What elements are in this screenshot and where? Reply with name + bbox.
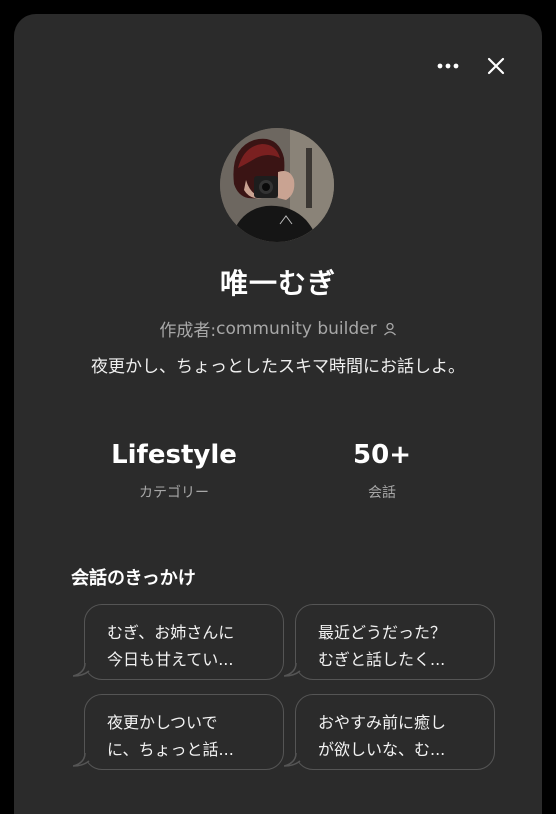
starter-line: 今日も甘えてい... bbox=[107, 650, 234, 669]
avatar bbox=[220, 128, 334, 242]
close-button[interactable] bbox=[480, 54, 512, 78]
starter-line: むぎ、お姉さんに bbox=[107, 623, 235, 642]
stat-label: 会話 bbox=[368, 485, 396, 501]
speech-tail-icon bbox=[284, 753, 301, 767]
starter-line: 最近どうだった？ bbox=[318, 623, 447, 642]
character-name: 唯一むぎ bbox=[219, 267, 336, 300]
conversation-starters-title: 会話のきっかけ bbox=[71, 568, 196, 589]
starter-line: 夜更かしついで bbox=[107, 713, 218, 732]
creator-prefix: 作成者: bbox=[159, 321, 217, 341]
stat-category: Lifestyle カテゴリー bbox=[74, 440, 274, 502]
starter-line: むぎと話したく... bbox=[318, 650, 446, 669]
starter-line: に、ちょっと話... bbox=[107, 740, 234, 759]
conversation-starter-chip[interactable]: おやすみ前に癒し が欲しいな、む... bbox=[284, 694, 495, 770]
stat-label: カテゴリー bbox=[139, 485, 209, 501]
more-horizontal-icon bbox=[437, 63, 459, 69]
conversation-starter-chip[interactable]: 最近どうだった？ むぎと話したく... bbox=[284, 604, 495, 680]
person-icon bbox=[383, 322, 396, 335]
stat-value: Lifestyle bbox=[111, 440, 237, 470]
creator-name: community builder bbox=[216, 318, 377, 339]
speech-tail-icon bbox=[73, 753, 90, 767]
starter-line: が欲しいな、む... bbox=[318, 740, 446, 759]
stat-value: 50+ bbox=[353, 440, 411, 470]
character-description: 夜更かし、ちょっとしたスキマ時間にお話しよ。 bbox=[91, 357, 465, 377]
character-profile-sheet: 唯一むぎ 作成者: community builder 夜更かし、ちょっとしたス… bbox=[14, 14, 542, 814]
conversation-starter-chip[interactable]: むぎ、お姉さんに 今日も甘えてい... bbox=[73, 604, 284, 680]
speech-tail-icon bbox=[73, 663, 90, 677]
creator-line[interactable]: 作成者: community builder bbox=[14, 316, 542, 341]
avatar-photo bbox=[220, 128, 334, 242]
starter-line: おやすみ前に癒し bbox=[318, 713, 447, 732]
close-icon bbox=[487, 57, 505, 75]
conversation-starter-chip[interactable]: 夜更かしついで に、ちょっと話... bbox=[73, 694, 284, 770]
speech-tail-icon bbox=[284, 663, 301, 677]
more-button[interactable] bbox=[432, 54, 464, 78]
stat-conversations: 50+ 会話 bbox=[282, 440, 482, 502]
